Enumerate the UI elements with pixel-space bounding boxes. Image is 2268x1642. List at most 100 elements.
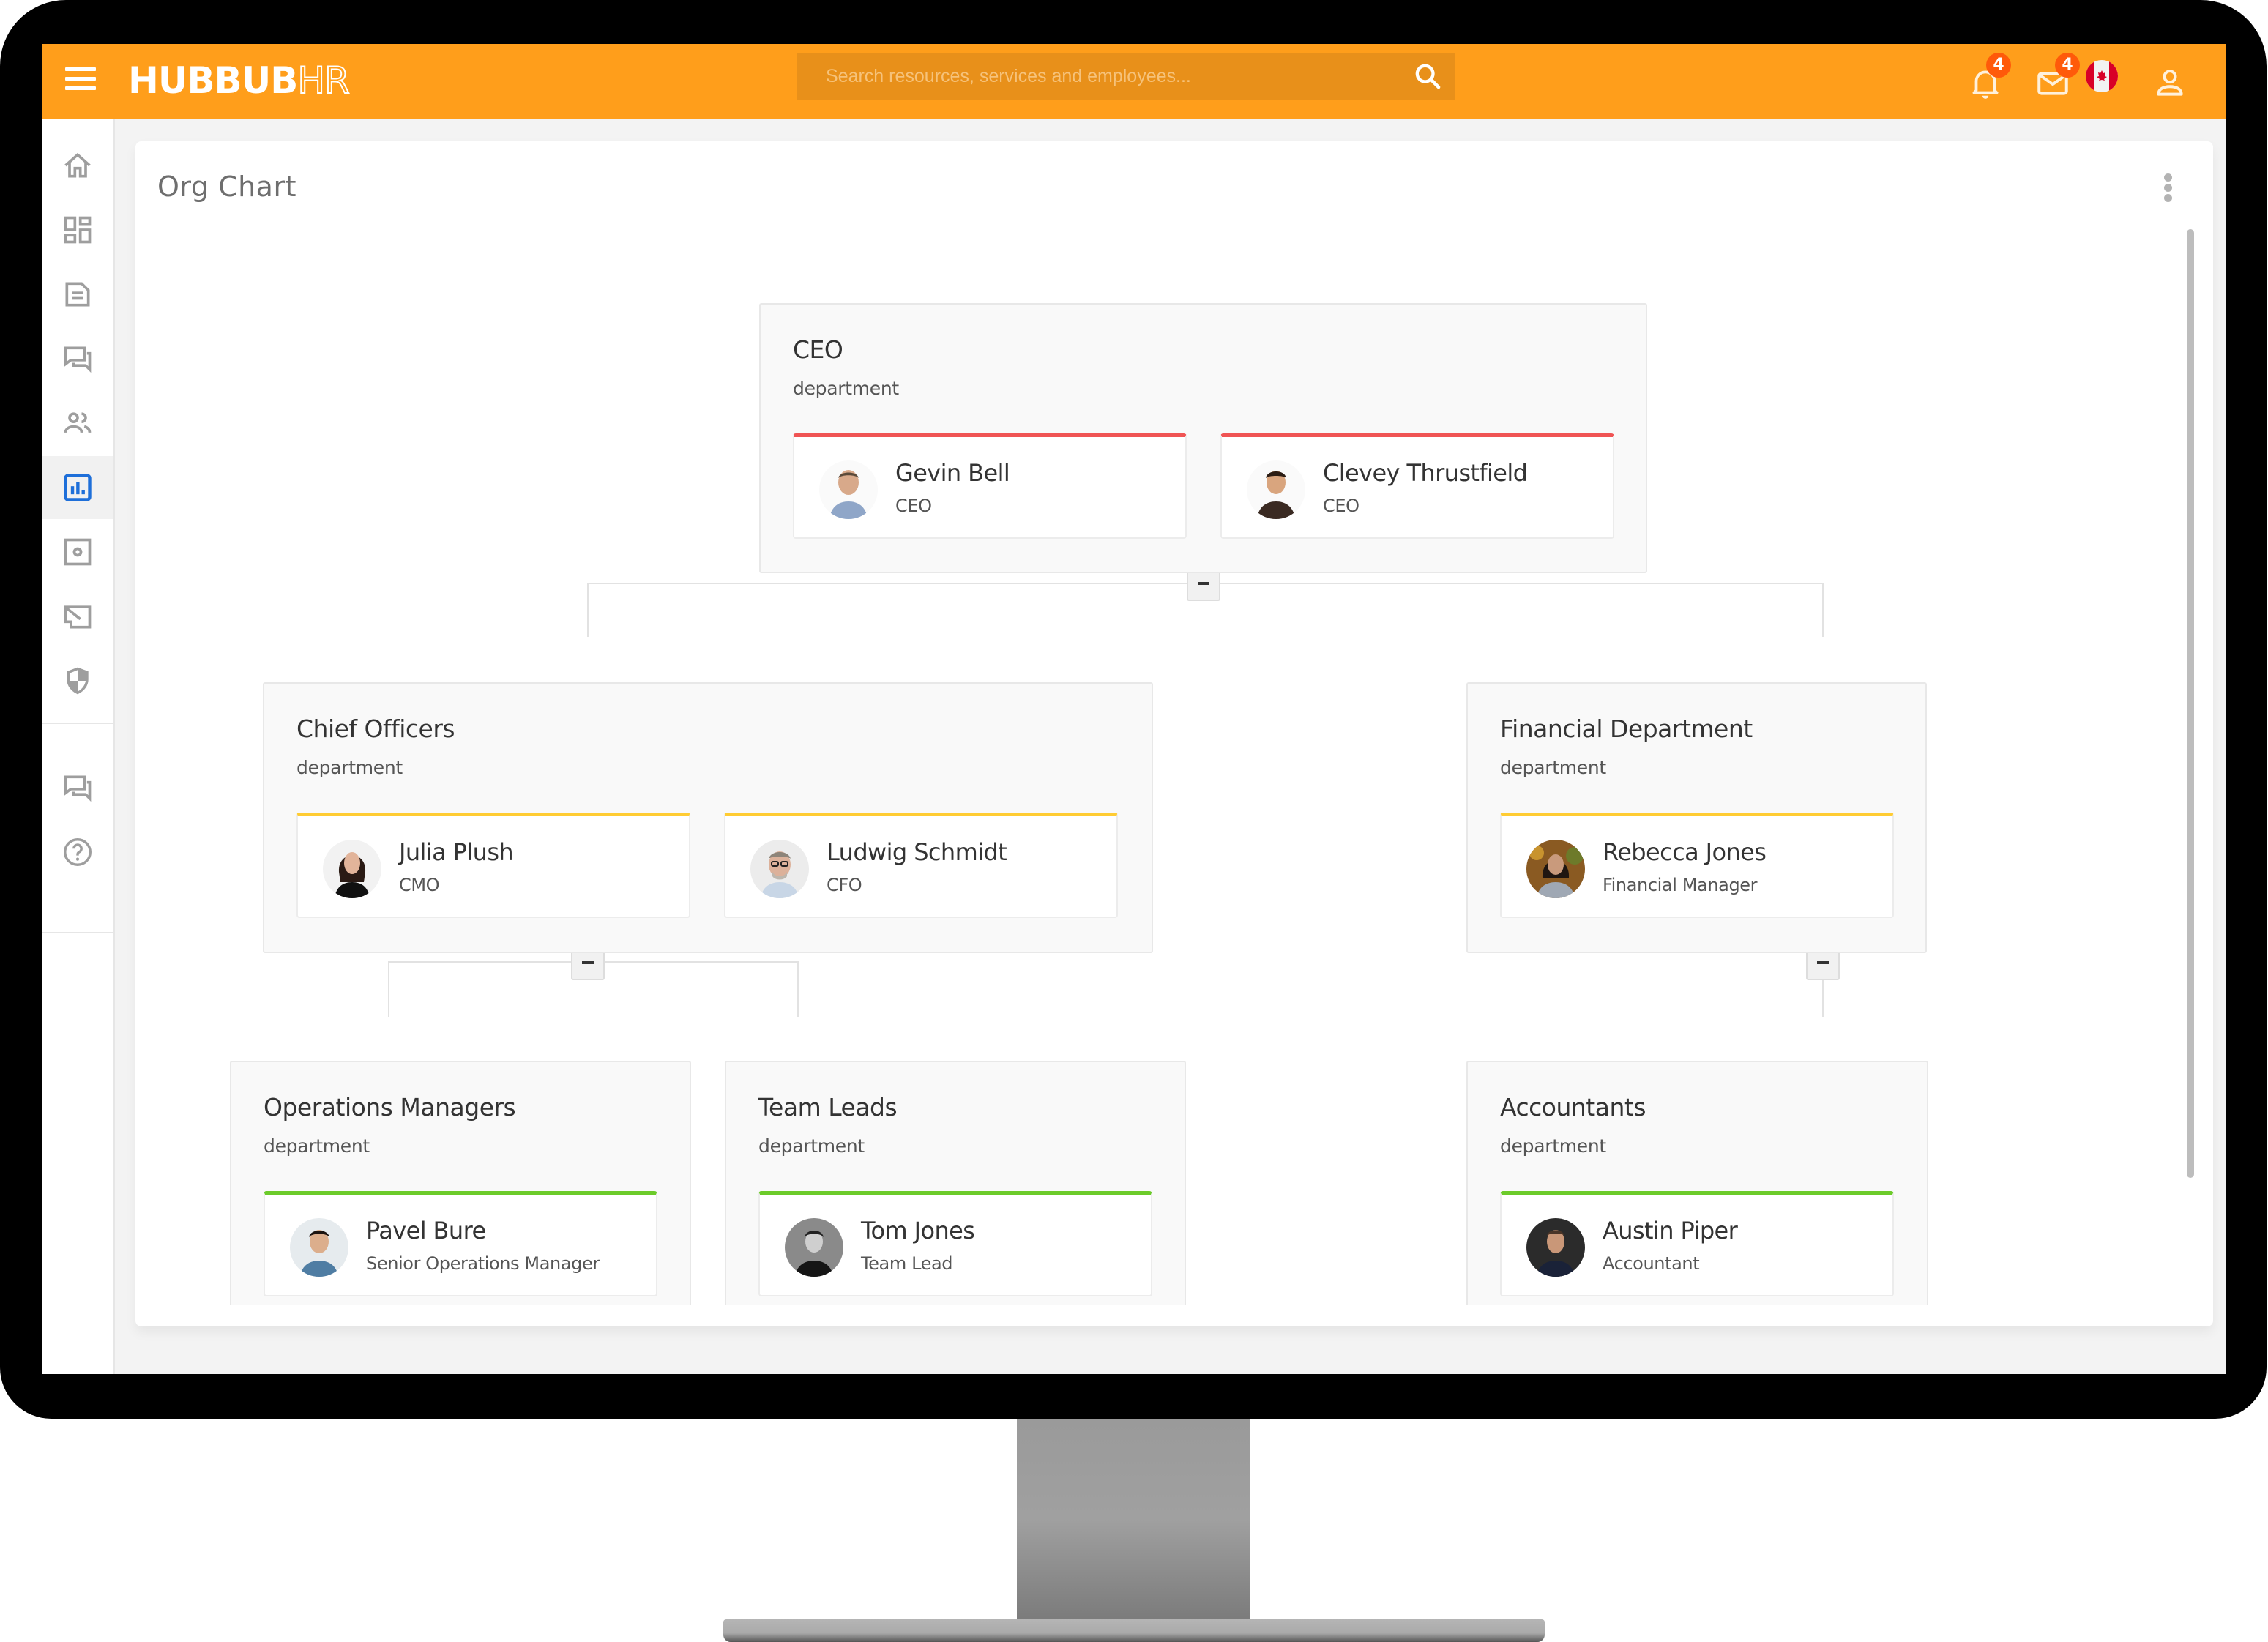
avatar (323, 840, 381, 898)
help-icon (64, 838, 92, 866)
sidebar-item-people[interactable] (42, 392, 113, 455)
department-type: department (758, 1135, 865, 1157)
people-icon (64, 412, 92, 433)
chart-icon (64, 474, 92, 501)
org-chart-card: Org Chart CEO department Gevin Bell CEO … (135, 141, 2213, 1326)
search-icon[interactable] (1413, 61, 1442, 91)
sidebar (42, 119, 115, 1374)
monitor-stand-base (723, 1619, 1545, 1642)
department-ceo: CEO department Gevin Bell CEO Clevey Thr… (759, 303, 1647, 573)
department-type: department (264, 1135, 370, 1157)
sidebar-item-announcements[interactable] (42, 585, 113, 648)
avatar (785, 1218, 843, 1277)
sidebar-item-documents[interactable] (42, 263, 113, 326)
sidebar-item-chat[interactable] (42, 756, 113, 819)
department-team-leads: Team Leads department Tom Jones Team Lea… (725, 1061, 1186, 1305)
department-type: department (296, 757, 403, 778)
employee-name: Austin Piper (1603, 1217, 1738, 1244)
messages-badge: 4 (2055, 53, 2080, 78)
sidebar-divider (42, 723, 113, 724)
employee-name: Gevin Bell (895, 459, 1010, 487)
employee-name: Clevey Thrustfield (1323, 459, 1528, 487)
employee-card-pavel-bure[interactable]: Pavel Bure Senior Operations Manager (264, 1191, 657, 1296)
employee-title: CEO (895, 496, 932, 516)
sidebar-item-home[interactable] (42, 134, 113, 197)
employee-card-tom-jones[interactable]: Tom Jones Team Lead (758, 1191, 1152, 1296)
top-bar: HUBBUBHR 4 4 (42, 44, 2226, 119)
employee-name: Ludwig Schmidt (827, 838, 1007, 866)
employee-title: Team Lead (861, 1253, 953, 1274)
department-type: department (1500, 1135, 1606, 1157)
employee-title: CMO (399, 875, 440, 895)
department-accountants: Accountants department Austin Piper Acco… (1466, 1061, 1928, 1305)
employee-title: Accountant (1603, 1253, 1700, 1274)
connector-line (587, 583, 589, 637)
avatar (819, 460, 878, 519)
notifications-button[interactable]: 4 (1964, 53, 2011, 104)
employee-card-gevin-bell[interactable]: Gevin Bell CEO (793, 433, 1187, 539)
notifications-badge: 4 (1986, 53, 2011, 78)
department-name: Accountants (1500, 1093, 1646, 1122)
settings-icon (64, 538, 92, 566)
department-operations-managers: Operations Managers department Pavel Bur… (230, 1061, 691, 1305)
chat-icon (64, 346, 92, 373)
search-bar (797, 53, 1455, 100)
department-name: Operations Managers (264, 1093, 516, 1122)
dashboard-icon (64, 216, 92, 244)
employee-name: Julia Plush (399, 838, 514, 866)
app-logo[interactable]: HUBBUBHR (128, 59, 351, 102)
org-chart-canvas: CEO department Gevin Bell CEO Clevey Thr… (135, 141, 2171, 1305)
department-financial: Financial Department department Rebecca … (1466, 682, 1927, 953)
avatar (750, 840, 809, 898)
employee-title: CEO (1323, 496, 1359, 516)
logo-outline: HR (296, 59, 350, 102)
sidebar-item-help[interactable] (42, 821, 113, 884)
employee-name: Pavel Bure (366, 1217, 486, 1244)
search-input[interactable] (797, 53, 1426, 100)
department-type: department (793, 378, 899, 399)
avatar (1526, 840, 1585, 898)
avatar (290, 1218, 348, 1277)
sidebar-item-settings[interactable] (42, 520, 113, 583)
connector-line (388, 961, 389, 1017)
department-chief-officers: Chief Officers department Julia Plush CM… (263, 682, 1153, 953)
menu-icon[interactable] (65, 67, 96, 94)
vertical-scrollbar[interactable] (2187, 229, 2194, 1178)
app-screen: HUBBUBHR 4 4 (42, 44, 2226, 1374)
department-name: Financial Department (1500, 714, 1753, 743)
sidebar-item-org-chart[interactable] (42, 456, 113, 519)
messages-button[interactable]: 4 (2033, 53, 2080, 104)
user-menu-button[interactable] (2150, 57, 2194, 104)
monitor-stand-neck (1017, 1419, 1250, 1620)
department-name: CEO (793, 335, 843, 364)
logo-bold: HUBBUB (128, 59, 298, 102)
employee-title: Financial Manager (1603, 875, 1758, 895)
sidebar-item-security[interactable] (42, 649, 113, 712)
document-icon (65, 282, 90, 307)
sidebar-divider (42, 932, 113, 933)
employee-card-rebecca-jones[interactable]: Rebecca Jones Financial Manager (1500, 813, 1894, 918)
employee-name: Tom Jones (861, 1217, 975, 1244)
employee-card-julia-plush[interactable]: Julia Plush CMO (296, 813, 690, 918)
chat-icon (64, 775, 92, 802)
employee-name: Rebecca Jones (1603, 838, 1767, 866)
user-icon (2157, 70, 2183, 96)
home-icon (64, 152, 91, 178)
employee-title: Senior Operations Manager (366, 1253, 600, 1274)
avatar (1526, 1218, 1585, 1277)
department-type: department (1500, 757, 1606, 778)
sidebar-item-messages[interactable] (42, 327, 113, 390)
megaphone-icon (64, 605, 92, 629)
connector-line (1822, 583, 1824, 637)
employee-card-clevey-thrustfield[interactable]: Clevey Thrustfield CEO (1220, 433, 1614, 539)
employee-card-austin-piper[interactable]: Austin Piper Accountant (1500, 1191, 1894, 1296)
department-name: Team Leads (758, 1093, 898, 1122)
department-name: Chief Officers (296, 714, 455, 743)
shield-icon (67, 667, 89, 695)
employee-title: CFO (827, 875, 862, 895)
connector-line (797, 961, 799, 1017)
avatar (1247, 460, 1305, 519)
canada-flag-icon[interactable] (2086, 60, 2118, 92)
employee-card-ludwig-schmidt[interactable]: Ludwig Schmidt CFO (724, 813, 1118, 918)
sidebar-item-dashboard[interactable] (42, 198, 113, 261)
